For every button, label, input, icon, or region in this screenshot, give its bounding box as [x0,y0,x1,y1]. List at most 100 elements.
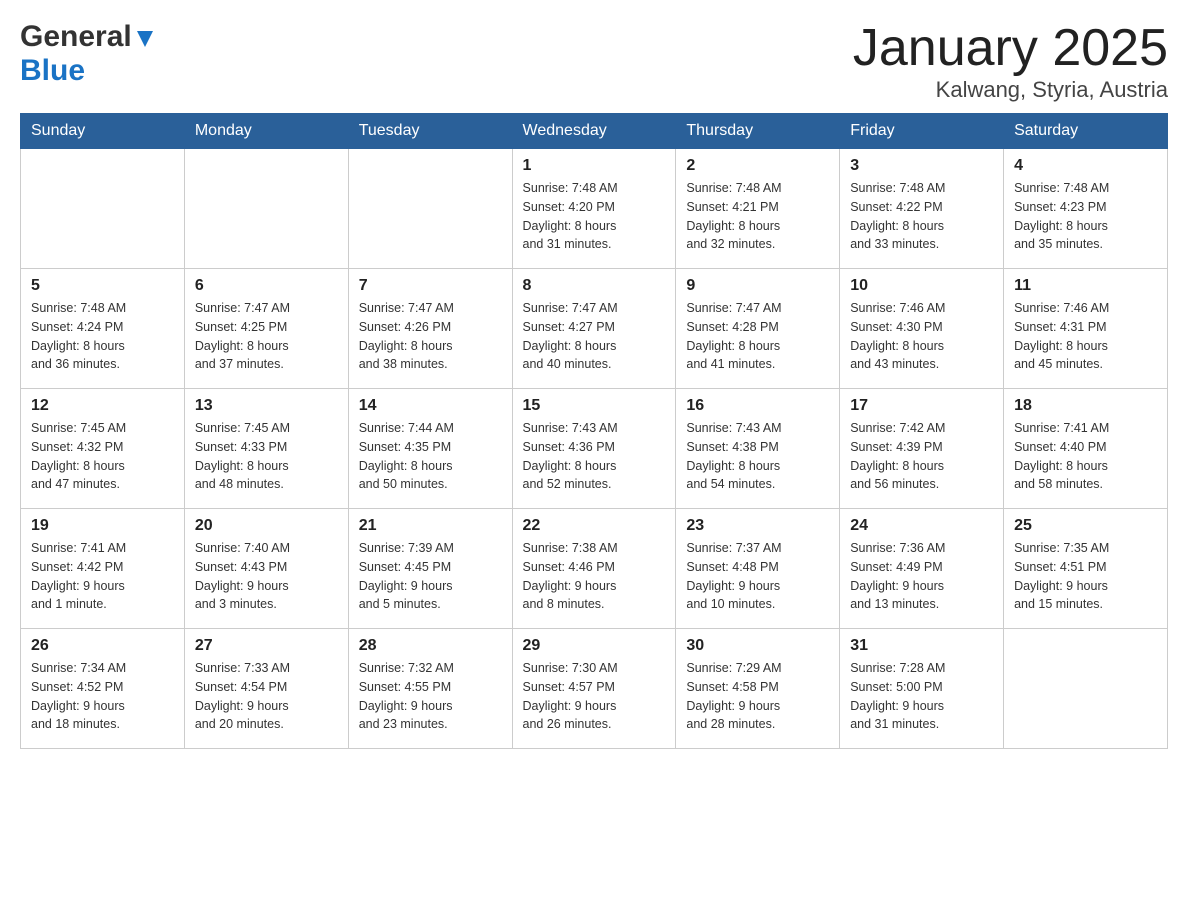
day-cell-4: 4 Sunrise: 7:48 AM Sunset: 4:23 PM Daylig… [1004,149,1168,269]
day-number: 18 [1014,397,1157,415]
day-number: 2 [686,157,829,175]
week-row-3: 12 Sunrise: 7:45 AM Sunset: 4:32 PM Dayli… [21,389,1168,509]
day-cell-22: 22Sunrise: 7:38 AM Sunset: 4:46 PM Dayli… [512,509,676,629]
day-cell-16: 16Sunrise: 7:43 AM Sunset: 4:38 PM Dayli… [676,389,840,509]
empty-cell [348,149,512,269]
day-cell-7: 7 Sunrise: 7:47 AM Sunset: 4:26 PM Daylig… [348,269,512,389]
day-info: Sunrise: 7:43 AM Sunset: 4:36 PM Dayligh… [523,419,666,494]
day-number: 22 [523,517,666,535]
day-number: 24 [850,517,993,535]
day-number: 21 [359,517,502,535]
day-cell-21: 21Sunrise: 7:39 AM Sunset: 4:45 PM Dayli… [348,509,512,629]
day-cell-13: 13Sunrise: 7:45 AM Sunset: 4:33 PM Dayli… [184,389,348,509]
empty-cell [21,149,185,269]
day-cell-28: 28 Sunrise: 7:32 AM Sunset: 4:55 PM Dayli… [348,629,512,749]
calendar-body: 1Sunrise: 7:48 AM Sunset: 4:20 PM Daylig… [21,149,1168,749]
day-info: Sunrise: 7:29 AM Sunset: 4:58 PM Dayligh… [686,659,829,734]
day-info: Sunrise: 7:33 AM Sunset: 4:54 PM Dayligh… [195,659,338,734]
logo-blue-text: Blue [20,54,85,87]
day-cell-19: 19Sunrise: 7:41 AM Sunset: 4:42 PM Dayli… [21,509,185,629]
day-number: 17 [850,397,993,415]
day-cell-18: 18 Sunrise: 7:41 AM Sunset: 4:40 PM Dayli… [1004,389,1168,509]
day-info: Sunrise: 7:46 AM Sunset: 4:30 PM Dayligh… [850,299,993,374]
day-number: 1 [523,157,666,175]
day-cell-9: 9 Sunrise: 7:47 AM Sunset: 4:28 PM Daylig… [676,269,840,389]
empty-cell [184,149,348,269]
day-number: 20 [195,517,338,535]
day-number: 25 [1014,517,1157,535]
day-number: 15 [523,397,666,415]
page-header: General Blue January 2025 Kalwang, Styri… [20,20,1168,103]
weekday-header-row: SundayMondayTuesdayWednesdayThursdayFrid… [21,114,1168,149]
day-info: Sunrise: 7:43 AM Sunset: 4:38 PM Dayligh… [686,419,829,494]
day-number: 26 [31,637,174,655]
day-number: 10 [850,277,993,295]
day-info: Sunrise: 7:37 AM Sunset: 4:48 PM Dayligh… [686,539,829,614]
day-cell-29: 29 Sunrise: 7:30 AM Sunset: 4:57 PM Dayli… [512,629,676,749]
day-cell-5: 5 Sunrise: 7:48 AM Sunset: 4:24 PM Daylig… [21,269,185,389]
day-cell-20: 20 Sunrise: 7:40 AM Sunset: 4:43 PM Dayli… [184,509,348,629]
day-number: 28 [359,637,502,655]
day-info: Sunrise: 7:47 AM Sunset: 4:27 PM Dayligh… [523,299,666,374]
day-number: 9 [686,277,829,295]
day-number: 29 [523,637,666,655]
day-number: 8 [523,277,666,295]
day-info: Sunrise: 7:41 AM Sunset: 4:40 PM Dayligh… [1014,419,1157,494]
empty-cell [1004,629,1168,749]
day-info: Sunrise: 7:42 AM Sunset: 4:39 PM Dayligh… [850,419,993,494]
day-cell-26: 26 Sunrise: 7:34 AM Sunset: 4:52 PM Dayli… [21,629,185,749]
weekday-header-saturday: Saturday [1004,114,1168,149]
day-info: Sunrise: 7:34 AM Sunset: 4:52 PM Dayligh… [31,659,174,734]
day-cell-11: 11 Sunrise: 7:46 AM Sunset: 4:31 PM Dayli… [1004,269,1168,389]
day-cell-15: 15 Sunrise: 7:43 AM Sunset: 4:36 PM Dayli… [512,389,676,509]
day-number: 6 [195,277,338,295]
day-cell-23: 23 Sunrise: 7:37 AM Sunset: 4:48 PM Dayli… [676,509,840,629]
day-number: 5 [31,277,174,295]
calendar-subtitle: Kalwang, Styria, Austria [853,77,1168,103]
day-number: 19 [31,517,174,535]
day-info: Sunrise: 7:48 AM Sunset: 4:21 PM Dayligh… [686,179,829,254]
day-cell-3: 3 Sunrise: 7:48 AM Sunset: 4:22 PM Daylig… [840,149,1004,269]
day-cell-27: 27 Sunrise: 7:33 AM Sunset: 4:54 PM Dayli… [184,629,348,749]
day-info: Sunrise: 7:45 AM Sunset: 4:32 PM Dayligh… [31,419,174,494]
day-info: Sunrise: 7:40 AM Sunset: 4:43 PM Dayligh… [195,539,338,614]
day-number: 3 [850,157,993,175]
day-number: 12 [31,397,174,415]
day-info: Sunrise: 7:30 AM Sunset: 4:57 PM Dayligh… [523,659,666,734]
day-info: Sunrise: 7:47 AM Sunset: 4:28 PM Dayligh… [686,299,829,374]
day-info: Sunrise: 7:46 AM Sunset: 4:31 PM Dayligh… [1014,299,1157,374]
weekday-header-tuesday: Tuesday [348,114,512,149]
day-info: Sunrise: 7:47 AM Sunset: 4:26 PM Dayligh… [359,299,502,374]
day-cell-30: 30 Sunrise: 7:29 AM Sunset: 4:58 PM Dayli… [676,629,840,749]
day-info: Sunrise: 7:28 AM Sunset: 5:00 PM Dayligh… [850,659,993,734]
week-row-1: 1Sunrise: 7:48 AM Sunset: 4:20 PM Daylig… [21,149,1168,269]
day-info: Sunrise: 7:44 AM Sunset: 4:35 PM Dayligh… [359,419,502,494]
logo-general-text: General [20,20,132,54]
day-number: 23 [686,517,829,535]
day-number: 7 [359,277,502,295]
title-block: January 2025 Kalwang, Styria, Austria [853,20,1168,103]
day-number: 4 [1014,157,1157,175]
day-number: 27 [195,637,338,655]
week-row-2: 5 Sunrise: 7:48 AM Sunset: 4:24 PM Daylig… [21,269,1168,389]
day-info: Sunrise: 7:35 AM Sunset: 4:51 PM Dayligh… [1014,539,1157,614]
day-info: Sunrise: 7:36 AM Sunset: 4:49 PM Dayligh… [850,539,993,614]
day-cell-1: 1Sunrise: 7:48 AM Sunset: 4:20 PM Daylig… [512,149,676,269]
day-info: Sunrise: 7:48 AM Sunset: 4:24 PM Dayligh… [31,299,174,374]
logo-triangle-icon [134,27,156,49]
calendar-header: SundayMondayTuesdayWednesdayThursdayFrid… [21,114,1168,149]
day-number: 11 [1014,277,1157,295]
day-cell-31: 31Sunrise: 7:28 AM Sunset: 5:00 PM Dayli… [840,629,1004,749]
day-cell-6: 6Sunrise: 7:47 AM Sunset: 4:25 PM Daylig… [184,269,348,389]
week-row-4: 19Sunrise: 7:41 AM Sunset: 4:42 PM Dayli… [21,509,1168,629]
weekday-header-friday: Friday [840,114,1004,149]
day-info: Sunrise: 7:48 AM Sunset: 4:23 PM Dayligh… [1014,179,1157,254]
week-row-5: 26 Sunrise: 7:34 AM Sunset: 4:52 PM Dayli… [21,629,1168,749]
weekday-header-monday: Monday [184,114,348,149]
day-cell-12: 12 Sunrise: 7:45 AM Sunset: 4:32 PM Dayli… [21,389,185,509]
day-info: Sunrise: 7:48 AM Sunset: 4:22 PM Dayligh… [850,179,993,254]
day-info: Sunrise: 7:32 AM Sunset: 4:55 PM Dayligh… [359,659,502,734]
day-cell-17: 17 Sunrise: 7:42 AM Sunset: 4:39 PM Dayli… [840,389,1004,509]
day-number: 30 [686,637,829,655]
day-info: Sunrise: 7:45 AM Sunset: 4:33 PM Dayligh… [195,419,338,494]
